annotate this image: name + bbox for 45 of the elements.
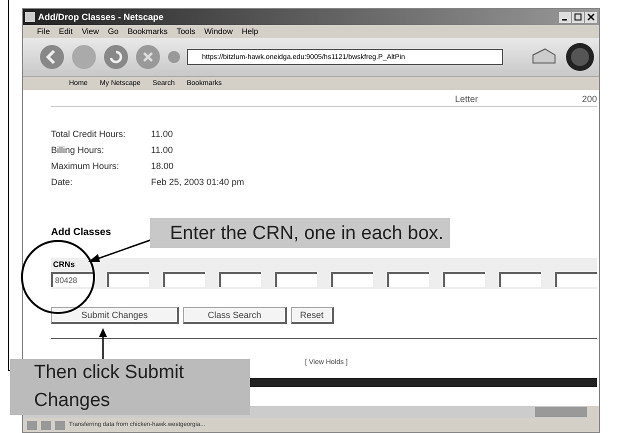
close-button[interactable] (585, 12, 597, 22)
app-icon (25, 12, 35, 22)
callout-tooltip: Then click Submit Changes (10, 359, 250, 415)
crn-field[interactable] (555, 272, 597, 287)
menu-item[interactable]: Tools (176, 27, 196, 36)
form-button[interactable]: Reset (291, 307, 334, 324)
minimize-button[interactable] (559, 12, 571, 22)
info-label: Total Credit Hours: (51, 129, 127, 139)
window-title: Add/Drop Classes - Netscape (38, 12, 164, 22)
menu-item[interactable]: File (37, 27, 50, 36)
crn-field[interactable] (275, 272, 317, 287)
form-button[interactable]: Submit Changes (51, 307, 179, 324)
callout-text: Enter the CRN, one in each box. (150, 218, 450, 248)
menu-item[interactable]: Go (108, 27, 119, 36)
crn-field[interactable] (331, 272, 373, 287)
menu-item[interactable]: Bookmarks (128, 27, 168, 36)
info-value: Feb 25, 2003 01:40 pm (151, 177, 244, 187)
menu-item[interactable]: View (82, 27, 99, 36)
column-label: CRNs (53, 260, 76, 269)
info-value: 18.00 (151, 161, 175, 171)
crn-field[interactable] (443, 272, 485, 287)
info-label: Maximum Hours: (51, 161, 120, 171)
reload-button[interactable] (103, 44, 129, 70)
close-icon (587, 13, 595, 21)
info-value: 11.00 (151, 145, 174, 155)
menu-item[interactable]: Window (204, 27, 233, 36)
info-label: Billing Hours: (51, 145, 106, 155)
menu-item[interactable]: Edit (58, 27, 73, 36)
info-label: Date: (51, 177, 74, 187)
info-value: 11.00 (151, 129, 174, 139)
netscape-logo-icon (565, 42, 595, 72)
back-button[interactable] (39, 44, 65, 70)
crn-field[interactable] (499, 272, 541, 287)
crn-field[interactable]: 80428 (51, 272, 93, 287)
table-cell: 200 (582, 94, 597, 104)
crn-field[interactable] (107, 272, 149, 287)
form-button[interactable]: Class Search (183, 307, 287, 324)
maximize-icon (574, 13, 582, 21)
table-cell: Letter (455, 94, 478, 104)
crn-field[interactable] (387, 272, 429, 287)
section-heading: Add Classes (51, 227, 112, 238)
crn-field[interactable] (163, 272, 205, 287)
maximize-button[interactable] (572, 12, 584, 22)
menu-item[interactable]: Help (242, 27, 258, 36)
crn-field[interactable] (219, 272, 261, 287)
